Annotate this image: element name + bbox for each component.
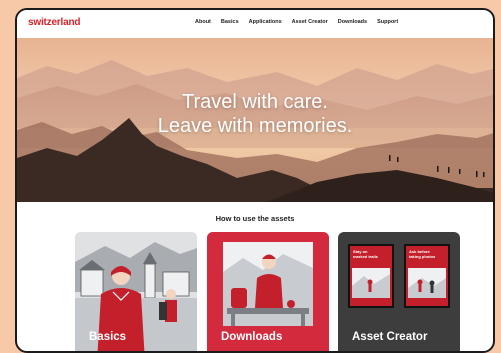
poster-photos: Ask before taking photos [404, 244, 450, 308]
hero-line-2: Leave with memories. [157, 115, 353, 137]
poster-trails-image [352, 268, 390, 298]
top-navigation-bar: switzerland About Basics Applications As… [17, 10, 493, 38]
nav-basics[interactable]: Basics [221, 19, 239, 25]
card-downloads-label: Downloads [221, 331, 283, 343]
card-asset-creator-label: Asset Creator [352, 331, 428, 343]
main-nav: About Basics Applications Asset Creator … [195, 19, 398, 25]
nav-about[interactable]: About [195, 19, 211, 25]
card-asset-creator[interactable]: Stay on marked trails Ask before taking … [338, 232, 460, 351]
section-title: How to use the assets [215, 214, 295, 223]
switzerland-logo[interactable]: switzerland [28, 17, 80, 28]
hero-line-1: Travel with care. [182, 91, 328, 113]
nav-asset-creator[interactable]: Asset Creator [292, 19, 328, 25]
nav-support[interactable]: Support [377, 19, 398, 25]
poster-photos-title: Ask before taking photos [409, 249, 436, 259]
poster-photos-image [408, 268, 446, 298]
poster-trails: Stay on marked trails [348, 244, 394, 308]
nav-downloads[interactable]: Downloads [338, 19, 367, 25]
browser-frame: switzerland About Basics Applications As… [15, 8, 495, 353]
nav-applications[interactable]: Applications [249, 19, 282, 25]
card-basics[interactable]: Basics [75, 232, 197, 351]
card-downloads[interactable]: Downloads [207, 232, 329, 351]
poster-trails-title: Stay on marked trails [353, 249, 378, 259]
hero-headline: Travel with care. Leave with memories. [17, 90, 493, 138]
hero-banner: Travel with care. Leave with memories. [17, 38, 493, 202]
card-basics-label: Basics [89, 331, 127, 343]
